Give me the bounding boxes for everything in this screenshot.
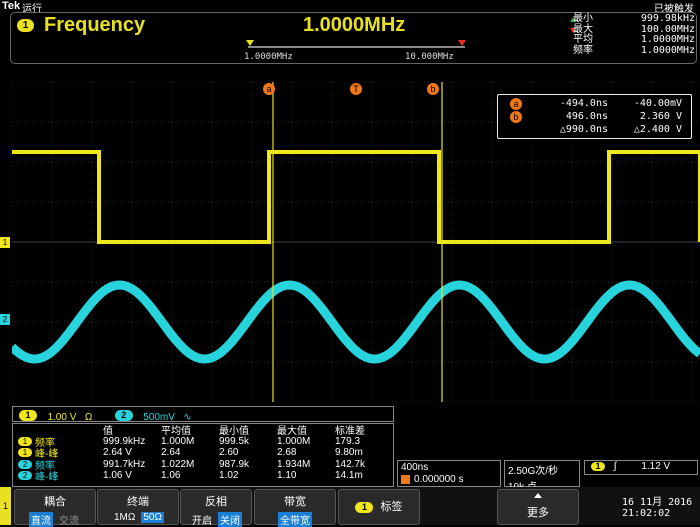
table-cell: 2.68	[277, 447, 297, 459]
measurement-name: 峰-峰	[35, 472, 59, 484]
ch1-waveform	[12, 150, 700, 244]
table-cell: 1.10	[277, 470, 297, 482]
menu-label: 终端	[127, 496, 149, 508]
coupling-button[interactable]: 耦合 直流 交流	[14, 489, 96, 527]
menu-label: 标签	[380, 501, 403, 513]
table-cell: 991.7kHz	[103, 458, 146, 470]
ch1-ground-marker[interactable]: 1	[0, 237, 10, 248]
cursor-time: 496.0ns	[565, 111, 608, 122]
menu-label: 耦合	[44, 496, 66, 508]
trigger-source-badge: 1	[591, 461, 605, 471]
rising-edge-icon: ∫	[613, 461, 617, 472]
table-cell: 1.022M	[161, 458, 195, 470]
horizontal-readout[interactable]: 400ns 0.000000 s	[397, 460, 501, 487]
ch2-scale-badge: 2	[114, 410, 133, 422]
range-max-label: 10.000MHz	[405, 52, 454, 62]
invert-button[interactable]: 反相 开启 关闭	[180, 489, 252, 527]
stat-label: 平均	[573, 34, 593, 45]
table-cell: 179.3	[335, 435, 361, 447]
menu-label: 带宽	[284, 496, 306, 508]
cursor-value: -40.00mV	[633, 98, 682, 109]
ch2-ground-marker[interactable]: 2	[0, 314, 10, 325]
sample-rate: 2.50G次/秒	[508, 466, 559, 477]
chevron-up-icon	[534, 493, 542, 498]
cursor-b-marker[interactable]: b	[427, 83, 439, 95]
cursor-a-badge: a	[510, 97, 522, 110]
table-cell: 1.934M	[277, 458, 311, 470]
acquisition-readout[interactable]: 2.50G次/秒 10k 点	[504, 460, 580, 493]
table-cell: 9.80m	[335, 447, 363, 459]
range-min-label: 1.0000MHz	[244, 52, 293, 62]
table-cell: 2.64 V	[103, 447, 132, 459]
table-row: 2 峰-峰 1.06 V 1.06 1.02 1.10 14.1m	[13, 470, 393, 484]
table-cell: 2.60	[219, 447, 239, 459]
cursor-value: 2.360 V	[639, 111, 682, 122]
more-button[interactable]: 更多	[497, 489, 579, 525]
cursor-readout: a -494.0ns -40.00mV b 496.0ns 2.360 V △990.0…	[497, 94, 692, 139]
table-cell: 1.06	[161, 470, 181, 482]
menu-label: 反相	[205, 496, 227, 508]
table-cell: 14.1m	[335, 470, 363, 482]
table-cell: 1.000M	[277, 435, 311, 447]
range-bar	[248, 46, 465, 48]
ch1-badge: 1	[17, 19, 34, 32]
ohm-icon: Ω	[84, 412, 93, 423]
channel-scale-row[interactable]: 1 1.00 V Ω 2 500mV ∿	[12, 406, 394, 423]
stat-value: 1.0000MHz	[640, 34, 695, 45]
menu-label: 更多	[527, 507, 549, 519]
range-min-marker	[246, 40, 254, 46]
label-badge: 1	[355, 501, 374, 513]
stat-label: 最小	[573, 13, 593, 24]
termination-1m-option[interactable]: 1MΩ	[112, 512, 137, 523]
stat-value: 1.0000MHz	[640, 44, 695, 56]
measurement-label: Frequency	[44, 14, 146, 36]
measurement-table[interactable]: 值 平均值 最小值 最大值 标准差 1 频率 999.9kHz 1.000M 99…	[12, 423, 394, 487]
ch1-scale: 1.00 V	[47, 412, 77, 423]
channel-menu-tab[interactable]: 1	[0, 487, 11, 525]
trigger-readout[interactable]: 1 ∫ 1.12 V	[584, 460, 698, 475]
date: 16 11月 2016	[622, 497, 693, 508]
cursor-a-marker[interactable]: a	[263, 83, 275, 95]
table-cell: 1.06 V	[103, 470, 132, 482]
table-cell: 142.7k	[335, 458, 366, 470]
table-cell: 1.02	[219, 470, 239, 482]
trigger-position-marker[interactable]: T	[350, 83, 362, 95]
cursor-b-badge: b	[510, 110, 522, 123]
bandwidth-button[interactable]: 带宽 全带宽	[254, 489, 336, 527]
cursor-delta-time: △990.0ns	[559, 124, 608, 135]
termination-50-option[interactable]: 50Ω	[141, 512, 164, 523]
stat-label: 频率	[573, 44, 593, 56]
label-button[interactable]: 1 标签	[338, 489, 420, 525]
measurement-value: 1.0000MHz	[303, 14, 406, 36]
brand-label: Tek	[2, 0, 21, 12]
stat-value: 999.98kHz	[640, 13, 695, 24]
termination-button[interactable]: 终端 1MΩ 50Ω	[97, 489, 179, 525]
ch1-scale-badge: 1	[19, 410, 37, 422]
datetime: 16 11月 2016 21:02:02	[622, 497, 692, 519]
ch2-badge: 2	[18, 471, 32, 481]
trigger-position-icon	[401, 475, 410, 484]
time: 21:02:02	[622, 508, 671, 519]
cursor-delta-value: △2.400 V	[633, 124, 682, 135]
table-cell: 2.64	[161, 447, 181, 459]
range-max-marker	[458, 40, 466, 46]
table-cell: 987.9k	[219, 458, 250, 470]
table-cell: 1.000M	[161, 435, 195, 447]
cursor-time: -494.0ns	[559, 98, 608, 109]
timebase: 400ns	[401, 462, 429, 473]
horizontal-position: 0.000000 s	[414, 474, 464, 485]
trigger-level: 1.12 V	[641, 461, 671, 472]
table-cell: 999.5k	[219, 435, 250, 447]
stats-panel: 最小 999.98kHz 最大 100.00MHz 平均 1.0000MHz 频率 1.…	[573, 13, 695, 56]
table-cell: 999.9kHz	[103, 435, 146, 447]
